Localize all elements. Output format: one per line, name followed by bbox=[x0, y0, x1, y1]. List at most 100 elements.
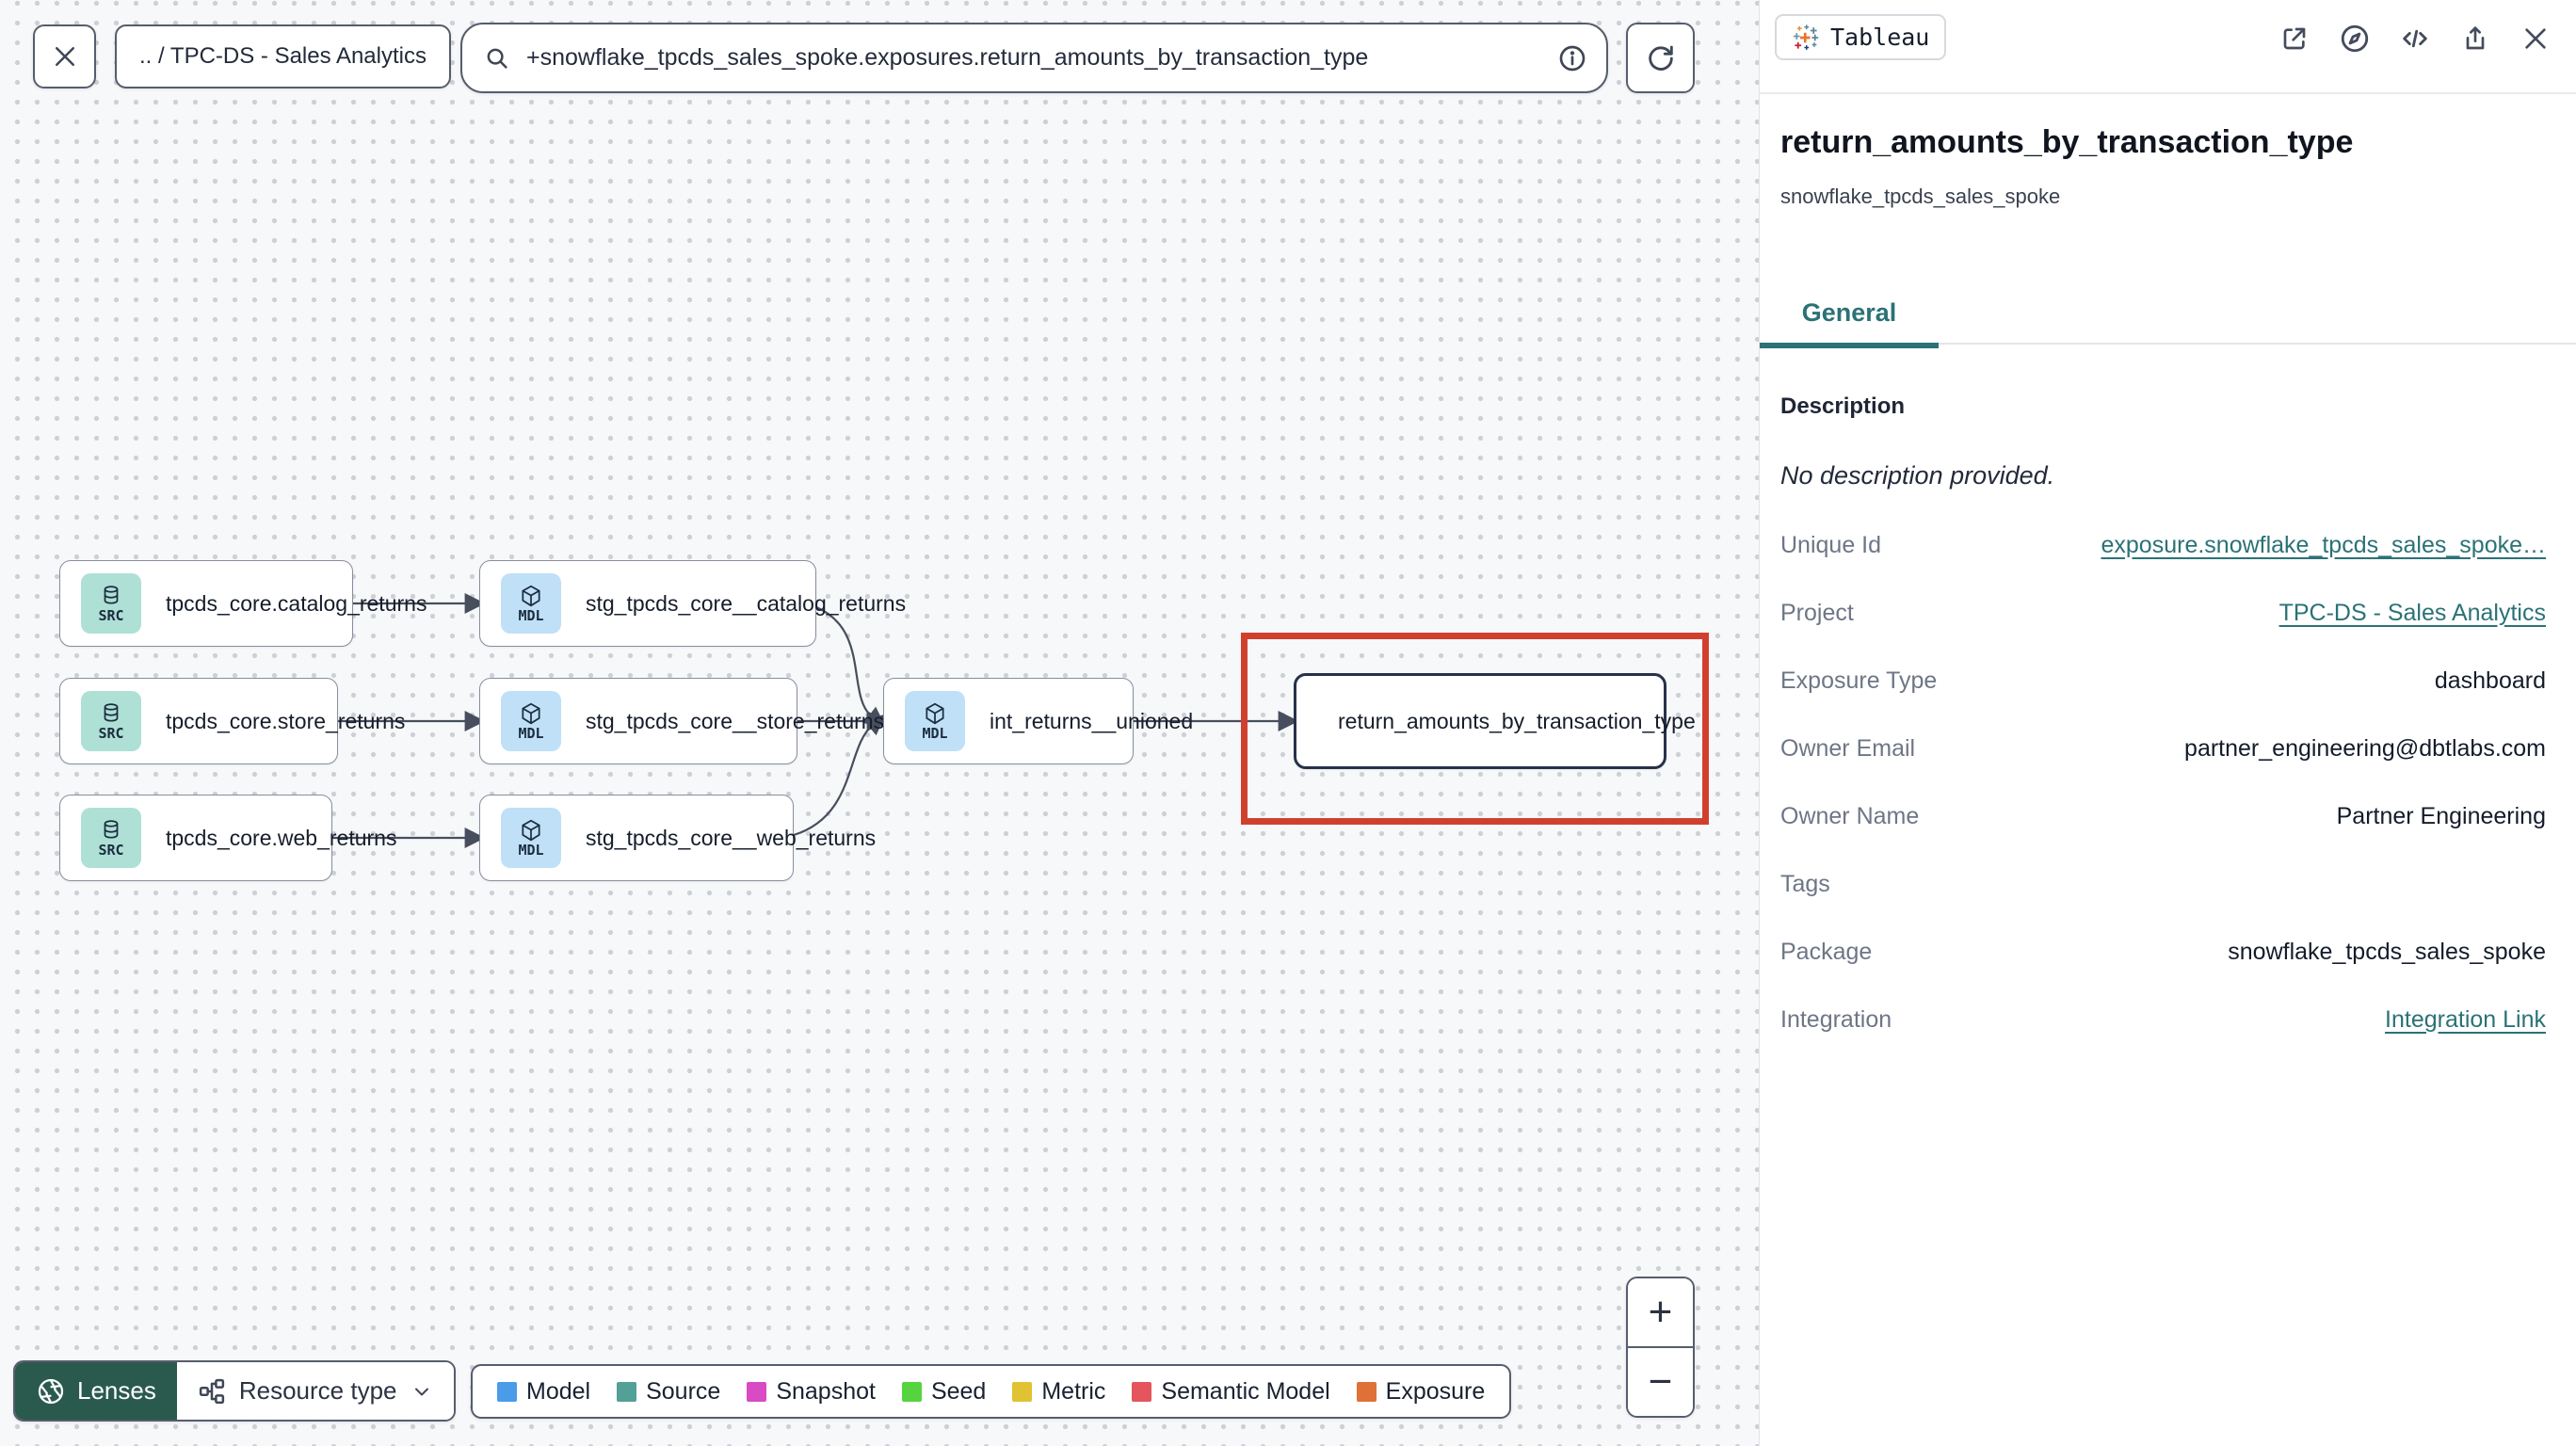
share-icon bbox=[2466, 26, 2485, 50]
lens-controls: Lenses Resource type bbox=[13, 1360, 456, 1422]
field-row-integration: Integration Integration Link bbox=[1780, 1005, 2546, 1034]
node-int-returns-unioned[interactable]: MDL int_returns__unioned bbox=[883, 678, 1193, 764]
project-link[interactable]: TPC-DS - Sales Analytics bbox=[2279, 600, 2546, 627]
node-label: tpcds_core.catalog_returns bbox=[166, 590, 427, 616]
close-icon bbox=[55, 47, 74, 66]
database-icon bbox=[104, 586, 119, 604]
field-row-package: Package snowflake_tpcds_sales_spoke bbox=[1780, 938, 2546, 965]
lineage-canvas[interactable]: SRC tpcds_core.catalog_returns SRC tpcds… bbox=[0, 0, 1759, 1446]
legend-item-seed: Seed bbox=[901, 1378, 986, 1406]
lineage-graph-icon bbox=[199, 1378, 224, 1404]
legend-item-exposure: Exposure bbox=[1356, 1378, 1485, 1406]
source-badge: SRC bbox=[81, 808, 141, 868]
resource-type-dropdown[interactable]: Resource type bbox=[176, 1362, 454, 1420]
search-input[interactable] bbox=[526, 44, 1542, 72]
info-icon[interactable] bbox=[1557, 43, 1587, 73]
model-badge: MDL bbox=[501, 573, 561, 634]
zoom-in-button[interactable]: + bbox=[1628, 1278, 1693, 1346]
node-stg-store-returns[interactable]: MDL stg_tpcds_core__store_returns bbox=[479, 678, 884, 764]
legend-item-source: Source bbox=[617, 1378, 720, 1406]
details-panel-header: Tableau bbox=[1760, 0, 2576, 94]
details-panel: Tableau return_amounts_by_transaction_ty… bbox=[1759, 0, 2576, 1446]
field-rows: Unique Id exposure.snowflake_tpcds_sales… bbox=[1780, 511, 2546, 1053]
node-exposure-return-amounts[interactable]: return_amounts_by_transaction_type bbox=[1294, 673, 1696, 769]
legend-swatch-source bbox=[617, 1381, 637, 1402]
code-icon bbox=[2403, 29, 2427, 48]
resource-type-legend: Model Source Snapshot Seed Metric Semant… bbox=[471, 1364, 1512, 1419]
external-link-icon bbox=[2283, 27, 2306, 50]
legend-swatch-exposure bbox=[1356, 1381, 1377, 1402]
panel-tabs: General bbox=[1760, 282, 2576, 348]
tableau-integration-badge[interactable]: Tableau bbox=[1775, 14, 1947, 60]
field-row-exposure-type: Exposure Type dashboard bbox=[1780, 667, 2546, 694]
active-tab-underline bbox=[1760, 343, 1939, 348]
explore-button[interactable] bbox=[2333, 17, 2376, 60]
close-lineage-button[interactable] bbox=[33, 24, 96, 88]
chevron-down-icon bbox=[414, 1388, 428, 1395]
field-row-tags: Tags bbox=[1780, 870, 1830, 897]
field-row-owner-email: Owner Email partner_engineering@dbtlabs.… bbox=[1780, 734, 2546, 762]
cube-icon bbox=[522, 702, 540, 725]
legend-swatch-snapshot bbox=[747, 1381, 767, 1402]
node-stg-web-returns[interactable]: MDL stg_tpcds_core__web_returns bbox=[479, 795, 876, 881]
unique-id-link[interactable]: exposure.snowflake_tpcds_sales_spoke… bbox=[2101, 532, 2547, 559]
model-badge: MDL bbox=[905, 691, 965, 751]
tab-general[interactable]: General bbox=[1760, 282, 1939, 348]
page-title: return_amounts_by_transaction_type bbox=[1780, 124, 2354, 160]
field-row-project: Project TPC-DS - Sales Analytics bbox=[1780, 599, 2546, 627]
owner-name-value: Partner Engineering bbox=[2336, 802, 2546, 829]
legend-swatch-metric bbox=[1012, 1381, 1033, 1402]
lineage-search[interactable] bbox=[460, 23, 1608, 93]
legend-item-model: Model bbox=[497, 1378, 590, 1406]
package-subtitle: snowflake_tpcds_sales_spoke bbox=[1780, 185, 2061, 208]
exposure-type-value: dashboard bbox=[2434, 667, 2546, 694]
model-badge: MDL bbox=[501, 808, 561, 868]
database-icon bbox=[104, 703, 119, 722]
search-icon bbox=[487, 48, 507, 69]
source-badge: SRC bbox=[81, 691, 141, 751]
node-stg-catalog-returns[interactable]: MDL stg_tpcds_core__catalog_returns bbox=[479, 560, 906, 647]
aperture-icon bbox=[38, 1378, 64, 1404]
node-label: stg_tpcds_core__store_returns bbox=[586, 708, 885, 733]
integration-link[interactable]: Integration Link bbox=[2385, 1006, 2546, 1034]
node-label: int_returns__unioned bbox=[990, 708, 1194, 733]
field-row-unique-id: Unique Id exposure.snowflake_tpcds_sales… bbox=[1780, 531, 2547, 559]
node-label: tpcds_core.store_returns bbox=[166, 708, 406, 733]
lenses-button[interactable]: Lenses bbox=[15, 1362, 177, 1420]
description-empty-text: No description provided. bbox=[1780, 461, 2055, 490]
database-icon bbox=[104, 820, 119, 839]
zoom-out-button[interactable]: − bbox=[1628, 1346, 1693, 1416]
share-button[interactable] bbox=[2454, 17, 2497, 60]
close-icon bbox=[2525, 28, 2546, 49]
compass-icon bbox=[2341, 24, 2369, 53]
source-badge: SRC bbox=[81, 573, 141, 634]
tableau-icon bbox=[1793, 24, 1819, 50]
legend-swatch-semantic-model bbox=[1132, 1381, 1152, 1402]
owner-email-value: partner_engineering@dbtlabs.com bbox=[2184, 734, 2546, 762]
node-src-web-returns[interactable]: SRC tpcds_core.web_returns bbox=[59, 795, 396, 881]
node-label: stg_tpcds_core__catalog_returns bbox=[586, 590, 907, 616]
refresh-icon bbox=[1648, 45, 1673, 71]
node-src-store-returns[interactable]: SRC tpcds_core.store_returns bbox=[59, 678, 405, 764]
general-tab-content: Description No description provided. Uni… bbox=[1780, 380, 2546, 1053]
view-code-button[interactable] bbox=[2393, 17, 2437, 60]
cube-icon bbox=[522, 819, 540, 842]
cube-icon bbox=[522, 585, 540, 607]
model-badge: MDL bbox=[501, 691, 561, 751]
refresh-button[interactable] bbox=[1626, 23, 1695, 93]
open-external-button[interactable] bbox=[2273, 17, 2316, 60]
breadcrumb[interactable]: .. / TPC-DS - Sales Analytics bbox=[115, 24, 451, 88]
legend-item-semantic-model: Semantic Model bbox=[1132, 1378, 1330, 1406]
close-panel-button[interactable] bbox=[2514, 17, 2557, 60]
node-label: stg_tpcds_core__web_returns bbox=[586, 825, 877, 850]
field-row-owner-name: Owner Name Partner Engineering bbox=[1780, 802, 2546, 829]
dbt-explorer-app: SRC tpcds_core.catalog_returns SRC tpcds… bbox=[0, 0, 2576, 1446]
package-value: snowflake_tpcds_sales_spoke bbox=[2228, 938, 2546, 965]
description-heading: Description bbox=[1780, 394, 1906, 419]
legend-swatch-seed bbox=[901, 1381, 922, 1402]
legend-item-metric: Metric bbox=[1012, 1378, 1105, 1406]
node-src-catalog-returns[interactable]: SRC tpcds_core.catalog_returns bbox=[59, 560, 427, 647]
legend-swatch-model bbox=[497, 1381, 517, 1402]
legend-item-snapshot: Snapshot bbox=[747, 1378, 876, 1406]
cube-icon bbox=[926, 702, 944, 725]
